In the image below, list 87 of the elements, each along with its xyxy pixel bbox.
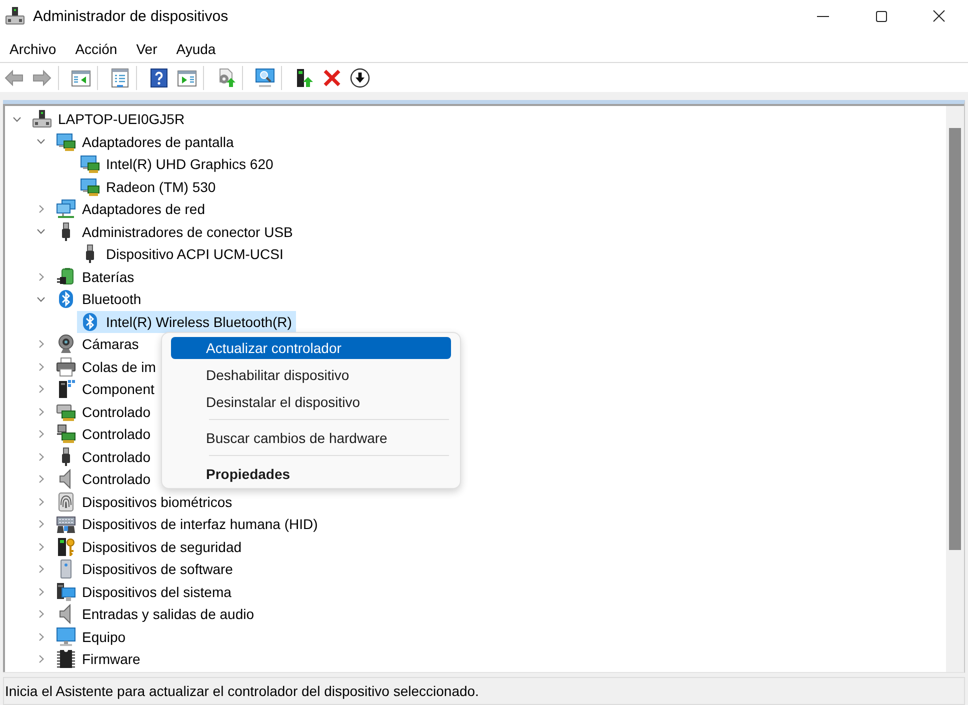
chevron-right-icon[interactable] bbox=[38, 340, 44, 348]
chevron-right-icon[interactable] bbox=[38, 632, 44, 641]
list-window-icon[interactable] bbox=[110, 68, 130, 88]
chevron-right-icon[interactable] bbox=[38, 475, 44, 484]
plug-card-icon bbox=[56, 424, 76, 444]
tree-item[interactable]: Firmware bbox=[53, 648, 142, 670]
drive-card-icon bbox=[56, 402, 76, 422]
chevron-right-icon[interactable] bbox=[38, 498, 44, 506]
chevron-right-icon[interactable] bbox=[38, 542, 44, 551]
network-monitors-icon bbox=[56, 199, 76, 220]
menu-bar-item[interactable]: Ayuda bbox=[166, 36, 226, 62]
tree-item[interactable]: Dispositivo ACPI UCM-UCSI bbox=[77, 243, 284, 266]
tree-item[interactable]: Cámaras bbox=[53, 333, 140, 356]
tree-item[interactable]: Component bbox=[53, 378, 156, 400]
menu-item[interactable]: Actualizar controlador bbox=[171, 336, 451, 358]
printer-icon bbox=[56, 356, 76, 377]
chevron-down-icon[interactable] bbox=[37, 296, 45, 302]
chevron-right-icon[interactable] bbox=[38, 610, 44, 618]
tree-item[interactable]: Administradores de conector USB bbox=[53, 220, 294, 243]
chevron-right-icon[interactable] bbox=[38, 205, 44, 214]
fingerprint-icon bbox=[56, 492, 76, 512]
chevron-right-icon[interactable] bbox=[38, 272, 44, 281]
tree-item[interactable]: Adaptadores de red bbox=[53, 198, 206, 220]
tree-item[interactable]: Radeon (TM) 530 bbox=[77, 176, 217, 198]
tree-item[interactable]: Adaptadores de pantalla bbox=[53, 130, 235, 153]
menu-item[interactable]: Propiedades bbox=[171, 462, 451, 484]
computer-icon bbox=[5, 6, 25, 26]
bluetooth-icon bbox=[80, 312, 100, 332]
tower-blocks-icon bbox=[56, 379, 76, 400]
chevron-down-icon[interactable] bbox=[13, 116, 21, 122]
down-arrow-circle-icon[interactable] bbox=[350, 68, 370, 88]
menu-item[interactable]: Deshabilitar dispositivo bbox=[171, 364, 451, 386]
question-mark-icon[interactable] bbox=[149, 68, 169, 88]
tree-item[interactable]: Dispositivos de software bbox=[53, 558, 234, 580]
menu-item[interactable]: Desinstalar el dispositivo bbox=[171, 390, 451, 412]
chevron-right-icon[interactable] bbox=[38, 655, 44, 664]
chevron-down-icon[interactable] bbox=[37, 229, 45, 234]
tree-item[interactable]: Dispositivos de seguridad bbox=[53, 536, 243, 558]
menu-bar-item[interactable]: Ver bbox=[126, 36, 167, 62]
window-title: Administrador de dispositivos bbox=[33, 8, 228, 24]
tower-up-arrow-icon[interactable] bbox=[294, 68, 314, 88]
chevron-right-icon[interactable] bbox=[38, 362, 44, 371]
menu-bar-item[interactable]: Acción bbox=[66, 36, 127, 62]
tree-item[interactable]: Baterías bbox=[53, 266, 136, 288]
status-text: Inicia el Asistente para actualizar el controlador del dispositivo seleccionado. bbox=[5, 683, 479, 699]
maximize-icon bbox=[876, 10, 886, 22]
monitor-icon bbox=[56, 626, 76, 647]
tree-item[interactable]: Bluetooth bbox=[53, 288, 142, 310]
menu-bar-item[interactable]: Archivo bbox=[0, 36, 66, 62]
bluetooth-icon bbox=[56, 289, 76, 310]
tower-monitor-icon bbox=[56, 582, 76, 602]
monitor-magnifier-icon[interactable] bbox=[255, 68, 275, 88]
chip-icon bbox=[56, 649, 76, 670]
chevron-down-icon[interactable] bbox=[37, 139, 45, 144]
chevron-right-icon[interactable] bbox=[38, 565, 44, 574]
computer-icon bbox=[32, 109, 52, 130]
tree-item[interactable]: Dispositivos del sistema bbox=[53, 580, 232, 603]
scrollbar-thumb[interactable] bbox=[949, 128, 961, 550]
tree-item[interactable]: Entradas y salidas de audio bbox=[53, 603, 255, 626]
tree-item[interactable]: Dispositivos de interfaz humana (HID) bbox=[53, 513, 319, 536]
tree-item[interactable]: LAPTOP-UEI0GJ5R bbox=[29, 108, 186, 130]
tree-item[interactable]: Equipo bbox=[53, 626, 127, 648]
chevron-right-icon[interactable] bbox=[38, 452, 44, 461]
chevron-right-icon[interactable] bbox=[38, 520, 44, 528]
chevron-right-icon[interactable] bbox=[38, 408, 44, 416]
monitor-card-icon bbox=[80, 176, 100, 197]
tree-item[interactable]: Controlado bbox=[53, 400, 152, 423]
chevron-right-icon[interactable] bbox=[38, 430, 44, 438]
tree-item[interactable]: Controlado bbox=[53, 423, 152, 446]
cross-icon[interactable] bbox=[322, 68, 342, 88]
close-icon bbox=[933, 10, 945, 22]
chevron-right-icon[interactable] bbox=[38, 385, 44, 394]
tower-key-icon bbox=[56, 536, 76, 557]
tree-item[interactable]: Dispositivos biométricos bbox=[53, 490, 234, 513]
tree-item[interactable]: Intel(R) Wireless Bluetooth(R) bbox=[77, 310, 296, 333]
scrollbar[interactable] bbox=[946, 106, 964, 672]
menu-item[interactable]: Buscar cambios de hardware bbox=[171, 426, 451, 448]
tree-item[interactable]: Controlado bbox=[53, 446, 152, 468]
tree-item[interactable]: Intel(R) UHD Graphics 620 bbox=[77, 153, 274, 176]
keyboard-gamepad-icon bbox=[56, 514, 76, 534]
chevron-right-icon[interactable] bbox=[38, 588, 44, 596]
battery-plug-icon bbox=[56, 266, 76, 287]
tree-item[interactable]: Controlado bbox=[53, 468, 152, 490]
tree-item[interactable]: Colas de im bbox=[53, 356, 157, 378]
monitor-card-icon bbox=[80, 154, 100, 174]
webcam-icon bbox=[56, 334, 76, 354]
monitor-card-icon bbox=[56, 132, 76, 152]
